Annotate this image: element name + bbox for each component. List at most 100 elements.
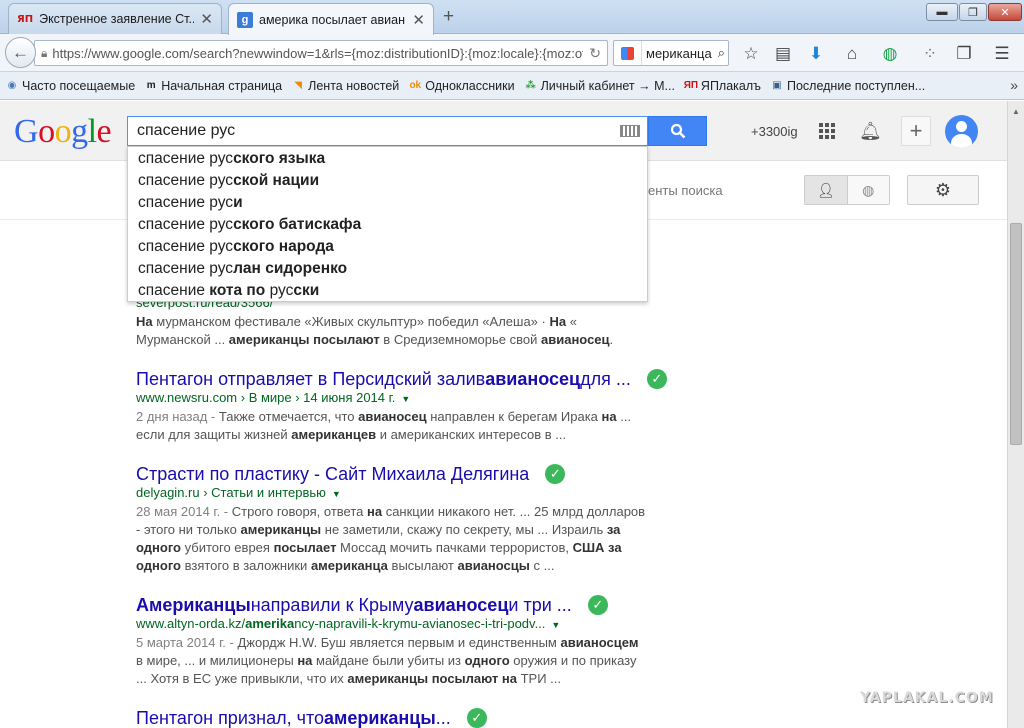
text-segment: если для защиты жизней [136, 427, 292, 442]
download-icon[interactable]: ⬇ [806, 44, 826, 64]
text-segment: и американских интересов в ... [376, 427, 567, 442]
menu-hamburger-icon[interactable]: ☰ [992, 44, 1012, 64]
bookmark-item[interactable]: ⁂ Личный кабинет → М... [524, 79, 674, 93]
result-title-link[interactable]: Пентагон отправляет в Персидский залив а… [136, 367, 676, 390]
highlighted-text: на [601, 409, 617, 424]
search-result: Страсти по пластику - Сайт Михаила Деляг… [136, 462, 676, 575]
bookmark-item[interactable]: ЯП ЯПлакалъ [684, 79, 761, 93]
google-search-input[interactable]: спасение рус [127, 116, 648, 146]
share-plus-button[interactable]: + [901, 116, 931, 146]
suggestion-item[interactable]: спасение русского батискафа [128, 214, 647, 236]
suggestion-item[interactable]: спасение русской нации [128, 170, 647, 192]
verified-check-icon: ✓ [587, 594, 608, 615]
keyboard-icon[interactable] [620, 125, 640, 137]
window-icon[interactable]: ❐ [954, 44, 974, 64]
result-title-link[interactable]: Американцы направили к Крыму авианосец и… [136, 593, 676, 616]
search-query[interactable]: спасение рус [137, 122, 620, 140]
text-segment: оружия и по приказу [509, 653, 637, 668]
bookmarks-list-icon[interactable]: ▤ [773, 44, 793, 64]
bookmark-item[interactable]: ok Одноклассники [408, 79, 514, 93]
yaplakal-favicon-icon: ЯП [17, 13, 34, 25]
close-icon[interactable]: ✕ [200, 10, 213, 28]
search-icon[interactable]: ⌕ [718, 45, 725, 61]
user-link[interactable]: +3300ig [751, 124, 798, 139]
text-segment: Страсти по пластику - Сайт Михаила Деляг… [136, 463, 530, 484]
snippet-line: ... Хотя в ЕС уже привыкли, что их амери… [136, 670, 676, 688]
suggestion-item[interactable]: спасение русского языка [128, 148, 647, 170]
bookmarks-toolbar: ◉ Часто посещаемые m Начальная страница ◥ Лен… [0, 72, 1024, 100]
text-segment: - этого ни только [136, 522, 241, 537]
result-snippet: 5 марта 2014 г. - Джордж H.W. Буш являет… [136, 634, 676, 688]
suggestion-item[interactable]: спасение русского народа [128, 236, 647, 258]
google-favicon-icon: g [237, 11, 253, 28]
settings-gear-icon[interactable]: ⚙ [907, 175, 979, 205]
watermark: YAPLAKAL.COM [860, 690, 994, 706]
google-logo[interactable]: Google [14, 113, 112, 151]
personal-results-toggle[interactable]: 👤︎ ◍ [804, 175, 890, 205]
text-segment: спасение рус [138, 216, 234, 233]
addon-circles-icon[interactable]: ⁘ [920, 44, 940, 64]
bookmark-item[interactable]: ◥ Лента новостей [291, 79, 399, 93]
search-engine-icon[interactable] [614, 41, 642, 65]
verified-check-icon: ✓ [545, 463, 566, 484]
text-segment: Мурманской ... [136, 332, 229, 347]
highlighted-text: ского народа [233, 238, 334, 255]
scroll-up-arrow-icon[interactable]: ▲ [1008, 103, 1024, 119]
star-bookmark-icon[interactable]: ☆ [741, 44, 761, 64]
suggestion-item[interactable]: спасение руслан сидоренко [128, 258, 647, 280]
text-segment: спасение рус [138, 150, 234, 167]
vertical-scrollbar[interactable]: ▲ [1007, 101, 1024, 728]
scrollbar-thumb[interactable] [1010, 223, 1022, 445]
bookmark-item[interactable]: m Начальная страница [144, 79, 282, 93]
new-tab-button[interactable]: + [443, 6, 454, 28]
close-icon[interactable]: ✕ [412, 11, 425, 29]
highlighted-text: Американцы [136, 594, 251, 615]
minimize-button[interactable]: ▬ [926, 3, 958, 21]
m-logo-icon: m [146, 80, 156, 91]
bookmark-item[interactable]: ◉ Часто посещаемые [5, 78, 136, 93]
highlighted-text: авианосцы [457, 558, 530, 573]
browser-search-box[interactable]: мериканца ⌕ [613, 40, 729, 66]
globe-icon[interactable]: ◍ [847, 176, 889, 204]
highlighted-text: и [233, 194, 243, 211]
result-snippet: На мурманском фестивале «Живых скульптур… [136, 313, 676, 349]
snippet-line: На мурманском фестивале «Живых скульптур… [136, 313, 676, 331]
address-url[interactable]: https://www.google.com/search?newwindow=… [52, 46, 583, 61]
browser-search-input[interactable]: мериканца [642, 46, 718, 61]
tab-google-search[interactable]: g америка посылает авиан... ✕ [228, 3, 434, 35]
text-segment: взятого в заложники [181, 558, 311, 573]
caret-down-icon[interactable]: ▼ [551, 620, 560, 630]
notifications-bell-icon[interactable]: 🔔︎ [859, 121, 882, 142]
caret-down-icon[interactable]: ▼ [401, 394, 410, 404]
result-url: delyagin.ru › Статьи и интервью ▼ [136, 485, 676, 503]
reload-icon[interactable]: ↻ [589, 45, 601, 62]
bookmark-label: Часто посещаемые [22, 78, 136, 93]
tab-yaplakal[interactable]: ЯП Экстренное заявление Ст... ✕ [8, 3, 222, 34]
maximize-button[interactable]: ❐ [959, 3, 987, 21]
highlighted-text: кота по [209, 282, 270, 299]
addon-ring-icon[interactable]: ◍ [880, 44, 900, 64]
suggestion-item[interactable]: спасение руси [128, 192, 647, 214]
caret-down-icon[interactable]: ▼ [332, 489, 341, 499]
url-text: delyagin.ru › Статьи и интервью [136, 485, 326, 500]
google-search-button[interactable] [648, 116, 707, 146]
address-bar[interactable]: 🔒︎ https://www.google.com/search?newwind… [34, 40, 608, 66]
search-tools-link[interactable]: енты поиска [648, 183, 723, 198]
apps-grid-icon[interactable] [819, 123, 835, 139]
result-title-link[interactable]: Страсти по пластику - Сайт Михаила Деляг… [136, 462, 676, 485]
chevron-more-icon[interactable]: » [1010, 77, 1018, 93]
avatar[interactable] [945, 115, 978, 148]
snippet-line: 5 марта 2014 г. - Джордж H.W. Буш являет… [136, 634, 676, 652]
result-title-link[interactable]: Пентагон признал, что американцы ... ✓ [136, 706, 676, 728]
person-icon[interactable]: 👤︎ [805, 176, 848, 204]
text-segment: с ... [529, 558, 555, 573]
window-close-button[interactable]: ✕ [988, 3, 1022, 21]
bookmark-item[interactable]: ▣ Последние поступлен... [770, 79, 925, 93]
highlighted-text: американцы [324, 707, 436, 728]
back-button[interactable]: ← [5, 37, 36, 68]
suggestion-item[interactable]: спасение кота по русски [128, 280, 647, 302]
text-segment: в Средиземноморье свой [379, 332, 541, 347]
search-result: Пентагон отправляет в Персидский залив а… [136, 367, 676, 444]
home-icon[interactable]: ⌂ [842, 44, 862, 64]
text-segment: в мире, ... и милиционеры [136, 653, 298, 668]
